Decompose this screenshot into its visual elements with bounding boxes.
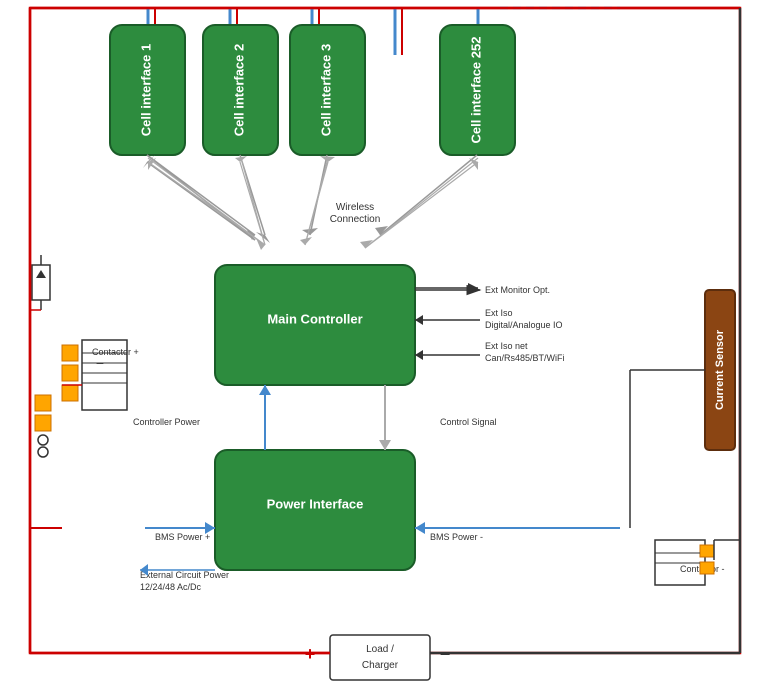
diagram-container: Cell interface 1 Cell interface 2 Cell i…: [0, 0, 775, 696]
wireless-connection-label2: Connection: [330, 214, 381, 225]
cell-interface-3-label: Cell interface 3: [318, 44, 333, 137]
control-signal-label: Control Signal: [440, 417, 497, 427]
power-interface-label: Power Interface: [267, 496, 364, 511]
bms-power-minus-label: BMS Power -: [430, 532, 483, 542]
load-charger-label2: Charger: [362, 660, 399, 671]
precharge-terminal-2: [35, 415, 51, 431]
controller-power-label: Controller Power: [133, 417, 200, 427]
ext-monitor-label: Ext Monitor Opt.: [485, 285, 550, 295]
load-charger-box: [330, 635, 430, 680]
ext-iso-net-label2: Can/Rs485/BT/WiFi: [485, 353, 565, 363]
current-sensor-label: Current Sensor: [714, 329, 726, 410]
load-charger-label: Load /: [366, 644, 394, 655]
svg-text:−: −: [96, 355, 104, 371]
cell-interface-252-label: Cell interface 252: [468, 37, 483, 144]
precharge-contactor-label: PreCharge Contactor: [14, 364, 26, 475]
ext-iso-net-label: Ext Iso net: [485, 341, 528, 351]
wireless-connection-label: Wireless: [336, 202, 374, 213]
ext-circuit-power-label2: 12/24/48 Ac/Dc: [140, 582, 202, 592]
bms-power-plus-label: BMS Power +: [155, 532, 210, 542]
ext-circuit-power-label: External Circuit Power: [140, 570, 229, 580]
cell-interface-1-label: Cell interface 1: [138, 44, 153, 137]
precharge-terminal-1: [35, 395, 51, 411]
ext-iso-digital-label: Ext Iso: [485, 308, 513, 318]
current-limiter-label: Current Limiter: [12, 245, 24, 325]
ext-iso-digital-label2: Digital/Analogue IO: [485, 320, 563, 330]
main-controller-label: Main Controller: [267, 311, 362, 326]
cell-interface-2-label: Cell interface 2: [231, 44, 246, 137]
